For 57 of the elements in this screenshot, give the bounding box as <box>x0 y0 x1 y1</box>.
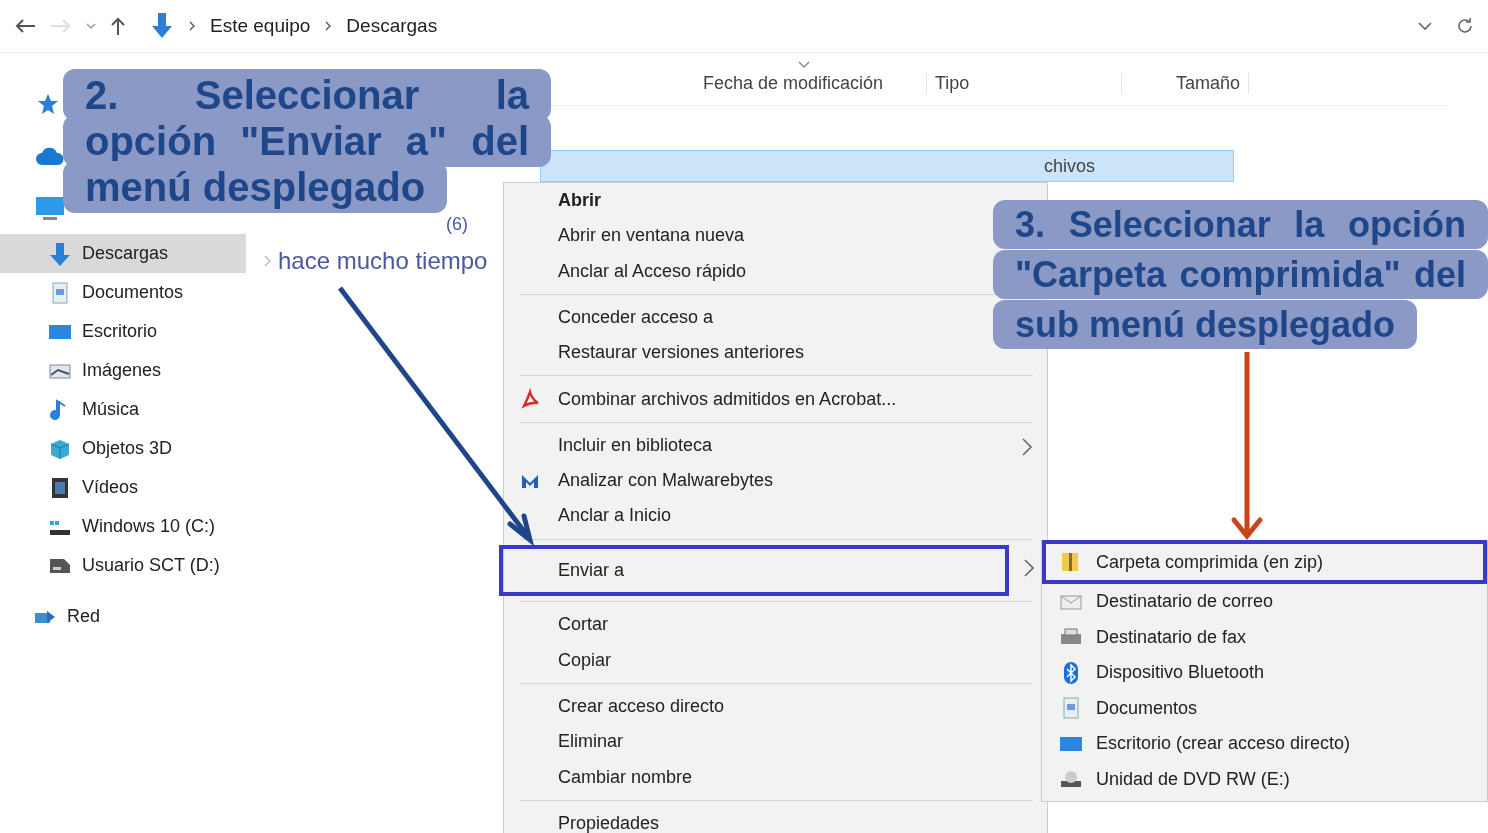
menu-item[interactable]: Combinar archivos admitidos en Acrobat... <box>504 381 989 417</box>
chevron-right-icon <box>188 21 196 31</box>
submenu-chevron-icon <box>1023 557 1035 578</box>
sidebar-item[interactable]: Imágenes <box>0 351 246 390</box>
sidebar-item[interactable]: Red <box>0 597 246 636</box>
menu-item[interactable]: Dispositivo Bluetooth <box>1042 655 1487 691</box>
breadcrumb-link[interactable]: Este equipo <box>210 15 311 37</box>
menu-item[interactable]: Eliminar <box>504 724 989 760</box>
menu-item[interactable]: Cambiar nombre <box>504 759 989 795</box>
monitor-icon[interactable] <box>35 195 65 221</box>
refresh-icon[interactable] <box>1456 17 1474 35</box>
sidebar-item[interactable]: Objetos 3D <box>0 429 246 468</box>
drive-icon <box>48 557 72 574</box>
sidebar-item[interactable]: Usuario SCT (D:) <box>0 546 246 585</box>
chevron-right-icon <box>324 21 333 31</box>
submenu-chevron-icon <box>1021 436 1033 457</box>
menu-item[interactable]: Escritorio (crear acceso directo) <box>1042 726 1487 762</box>
sidebar-item[interactable]: Documentos <box>0 273 246 312</box>
menu-item[interactable]: Propiedades <box>504 805 989 833</box>
menu-item[interactable]: Crear acceso directo <box>504 688 989 725</box>
sidebar-item[interactable]: Windows 10 (C:) <box>0 507 246 546</box>
up-arrow-icon[interactable] <box>110 16 126 36</box>
column-header[interactable]: Tipo <box>927 72 1122 94</box>
download-arrow-icon <box>150 12 174 40</box>
menu-item[interactable]: Anclar al Acceso rápido <box>504 253 989 289</box>
column-header[interactable]: Fecha de modificación <box>695 72 927 94</box>
menu-item[interactable]: Cortar <box>504 607 989 643</box>
menu-item[interactable]: Incluir en biblioteca <box>504 427 989 464</box>
sidebar-item[interactable]: Música <box>0 390 246 429</box>
sidebar-item[interactable]: Escritorio <box>0 312 246 351</box>
cloud-icon[interactable] <box>35 145 65 167</box>
table-cell: chivos <box>1043 155 1095 177</box>
annotation-callout: 2. Seleccionar la opción "Enviar a" del menú desplegado <box>63 72 551 210</box>
group-count: (6) <box>446 214 468 235</box>
download-arrow-icon <box>48 241 72 266</box>
group-header[interactable]: hace mucho tiempo <box>278 247 488 275</box>
menu-item[interactable]: Anclar a Inicio <box>504 498 989 534</box>
menu-item[interactable]: Abrir en ventana nueva <box>504 218 989 254</box>
sidebar-item[interactable]: Vídeos <box>0 468 246 507</box>
dropdown-caret-icon[interactable] <box>86 22 96 30</box>
breadcrumb-link[interactable]: Descargas <box>346 15 438 37</box>
dropdown-caret-icon[interactable] <box>1418 21 1432 31</box>
back-arrow-icon[interactable] <box>14 18 36 34</box>
column-header[interactable]: Tamaño <box>1122 72 1249 94</box>
menu-item[interactable]: Unidad de DVD RW (E:) <box>1042 761 1487 797</box>
menu-item[interactable]: Analizar con Malwarebytes <box>504 463 989 499</box>
selected-file-row[interactable]: chivos <box>540 150 1234 182</box>
menu-item[interactable]: Documentos <box>1042 690 1487 726</box>
menu-item[interactable]: Destinatario de fax <box>1042 619 1487 655</box>
menu-item[interactable]: Copiar <box>504 642 989 678</box>
sort-caret-icon <box>798 61 810 69</box>
menu-item[interactable]: Conceder acceso a <box>504 299 989 336</box>
annotation-callout: 3. Seleccionar la opción "Carpeta comprimida" del sub menú desplegado <box>993 200 1488 350</box>
sidebar-item[interactable]: Descargas <box>0 234 246 273</box>
menu-item[interactable]: Restaurar versiones anteriores <box>504 335 989 371</box>
menu-item[interactable]: Destinatario de correo <box>1042 584 1487 620</box>
menu-item[interactable]: Carpeta comprimida (en zip) <box>1042 540 1487 584</box>
